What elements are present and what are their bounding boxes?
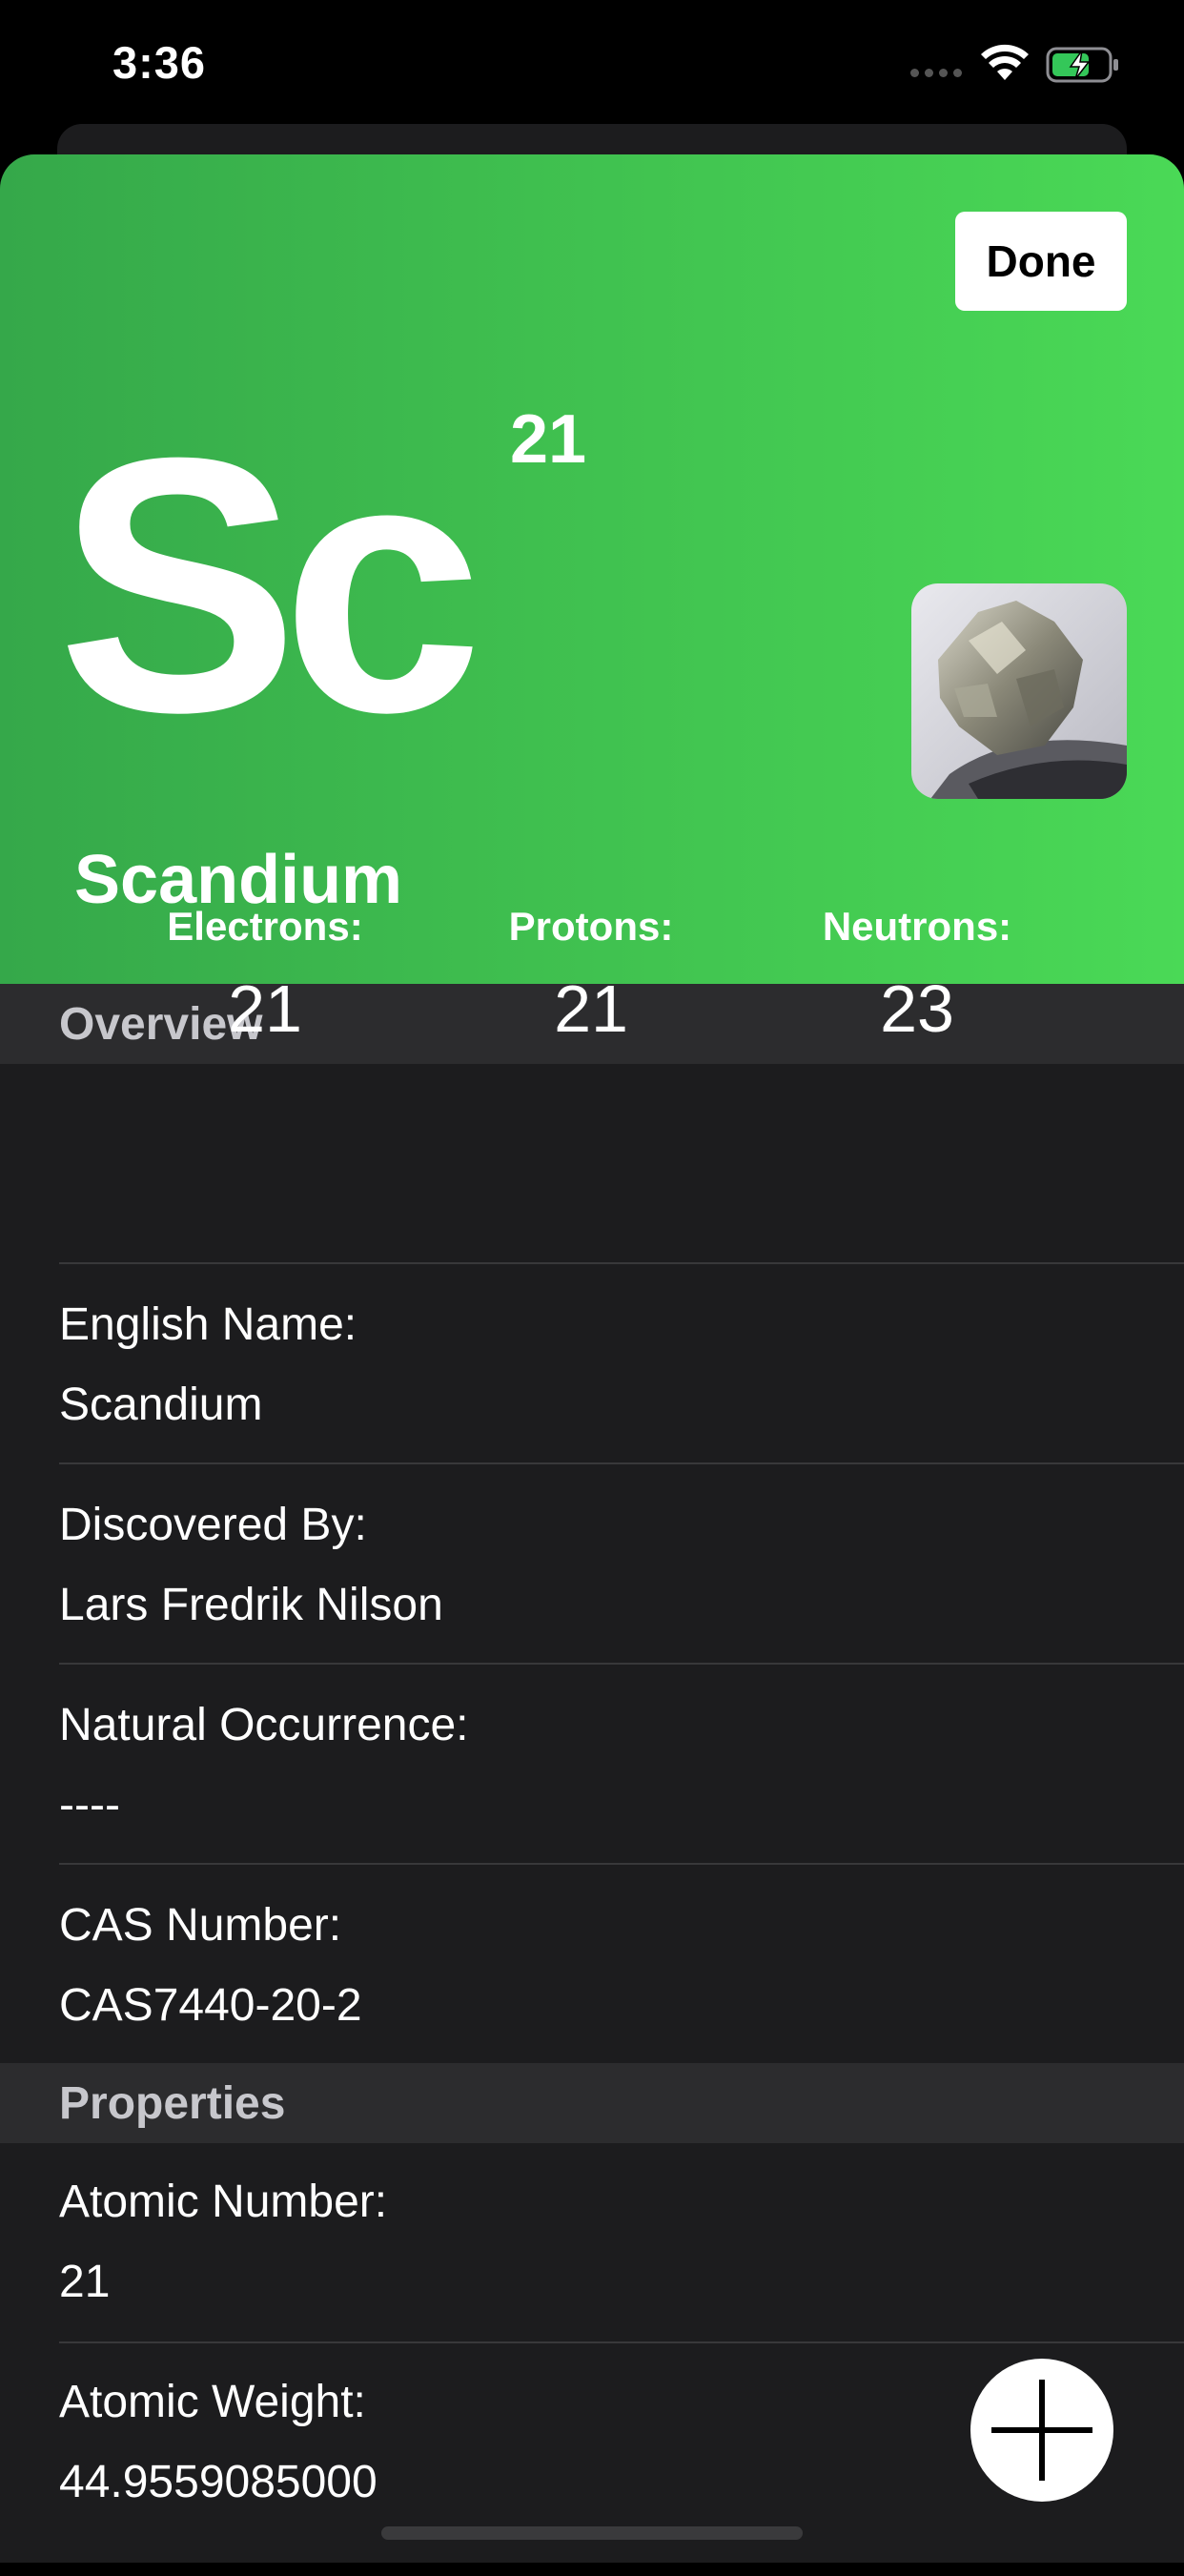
stat-neutrons: Neutrons: 23 bbox=[774, 904, 1060, 1047]
element-photo[interactable] bbox=[911, 583, 1127, 799]
stat-value: 21 bbox=[228, 971, 302, 1046]
battery-charging-icon bbox=[1046, 47, 1118, 83]
cellular-signal-icon bbox=[910, 69, 962, 77]
list-item-natural-occurrence: Natural Occurrence: ---- bbox=[59, 1699, 1184, 1899]
row-value: 21 bbox=[59, 2257, 111, 2307]
row-value: Lars Fredrik Nilson bbox=[59, 1580, 443, 1630]
home-indicator bbox=[381, 2526, 803, 2540]
atomic-number: 21 bbox=[510, 401, 587, 478]
divider bbox=[59, 1462, 1184, 1464]
element-header: Done 21 Sc Scandium bbox=[0, 154, 1184, 984]
status-bar: 3:36 bbox=[0, 0, 1184, 124]
row-label: Natural Occurrence: bbox=[59, 1700, 469, 1750]
stat-label: Electrons: bbox=[167, 904, 363, 949]
row-label: English Name: bbox=[59, 1299, 357, 1350]
wifi-icon bbox=[981, 44, 1029, 80]
list-item-english-name: English Name: Scandium bbox=[59, 1298, 1184, 1499]
add-button[interactable] bbox=[970, 2359, 1113, 2502]
done-button[interactable]: Done bbox=[955, 212, 1127, 311]
list-item-discovered-by: Discovered By: Lars Fredrik Nilson bbox=[59, 1499, 1184, 1699]
stat-label: Protons: bbox=[508, 904, 674, 949]
section-header-properties: Properties bbox=[0, 2063, 1184, 2143]
stat-electrons: Electrons: 21 bbox=[122, 904, 408, 1047]
row-value: CAS7440-20-2 bbox=[59, 1980, 362, 2031]
row-label: Atomic Number: bbox=[59, 2177, 388, 2227]
stat-value: 23 bbox=[880, 971, 954, 1046]
status-time: 3:36 bbox=[112, 37, 207, 88]
divider bbox=[59, 1663, 1184, 1665]
plus-icon bbox=[991, 2380, 1092, 2481]
row-value: ---- bbox=[59, 1780, 120, 1830]
row-label: CAS Number: bbox=[59, 1900, 342, 1951]
particle-stats: Electrons: 21 Protons: 21 Neutrons: 23 bbox=[0, 904, 1184, 1066]
stat-protons: Protons: 21 bbox=[448, 904, 734, 1047]
list-item-atomic-number: Atomic Number: 21 bbox=[59, 2176, 1184, 2376]
divider bbox=[59, 1262, 1184, 1264]
row-value: 44.9559085000 bbox=[59, 2457, 378, 2507]
divider bbox=[59, 2341, 1184, 2343]
stat-value: 21 bbox=[554, 971, 628, 1046]
element-symbol: Sc bbox=[57, 382, 483, 787]
row-label: Discovered By: bbox=[59, 1500, 367, 1550]
divider bbox=[59, 1863, 1184, 1865]
row-label: Atomic Weight: bbox=[59, 2377, 366, 2427]
row-value: Scandium bbox=[59, 1380, 263, 1430]
stat-label: Neutrons: bbox=[822, 904, 1012, 949]
